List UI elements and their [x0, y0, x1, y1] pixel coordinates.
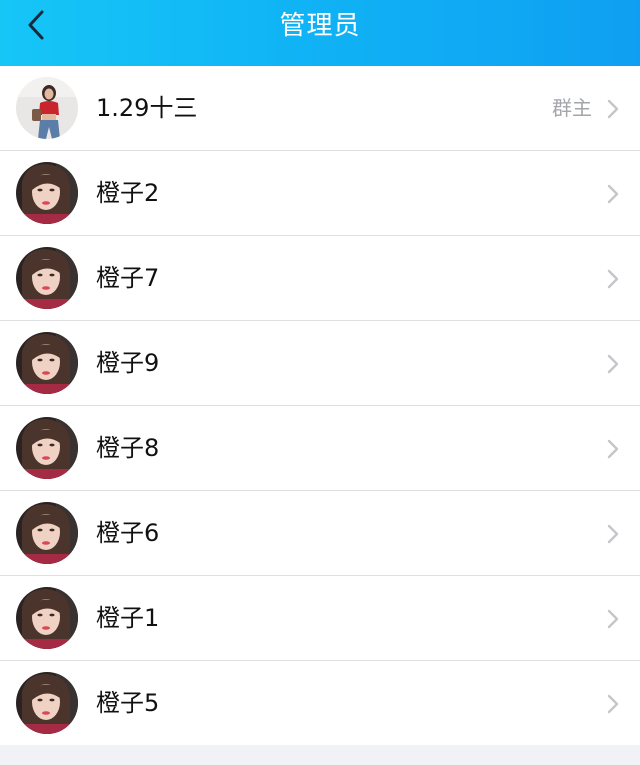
chevron-right-icon: [606, 608, 620, 630]
chevron-right-icon: [606, 353, 620, 375]
admin-list: 1.29十三 群主 橙子2 橙子7 橙子9 橙子8 橙子6 橙子1 橙子5: [0, 66, 640, 745]
admin-row[interactable]: 橙子1: [0, 576, 640, 661]
member-avatar: [16, 332, 78, 394]
chevron-right-icon: [606, 98, 620, 120]
chevron-right-icon: [606, 693, 620, 715]
admin-row[interactable]: 橙子2: [0, 151, 640, 236]
page-title: 管理员: [279, 11, 361, 41]
admin-row[interactable]: 橙子9: [0, 321, 640, 406]
member-avatar: [16, 587, 78, 649]
admin-row[interactable]: 橙子5: [0, 661, 640, 745]
member-avatar: [16, 502, 78, 564]
owner-badge: 群主: [552, 96, 592, 120]
admin-name: 橙子9: [96, 349, 160, 377]
admin-row-owner[interactable]: 1.29十三 群主: [0, 66, 640, 151]
member-avatar: [16, 162, 78, 224]
admin-name: 橙子2: [96, 179, 160, 207]
admin-name: 橙子1: [96, 604, 160, 632]
admin-row[interactable]: 橙子6: [0, 491, 640, 576]
admin-name: 橙子8: [96, 434, 160, 462]
chevron-right-icon: [606, 438, 620, 460]
chevron-right-icon: [606, 268, 620, 290]
admin-row[interactable]: 橙子8: [0, 406, 640, 491]
chevron-right-icon: [606, 183, 620, 205]
admin-name: 橙子6: [96, 519, 160, 547]
admin-name: 1.29十三: [96, 94, 198, 122]
member-avatar: [16, 672, 78, 734]
admin-row[interactable]: 橙子7: [0, 236, 640, 321]
admin-name: 橙子5: [96, 689, 160, 717]
navigation-bar: 管理员: [0, 0, 640, 66]
member-avatar: [16, 247, 78, 309]
chevron-right-icon: [606, 523, 620, 545]
owner-avatar: [16, 77, 78, 139]
admin-name: 橙子7: [96, 264, 160, 292]
member-avatar: [16, 417, 78, 479]
list-footer-background: [0, 745, 640, 765]
